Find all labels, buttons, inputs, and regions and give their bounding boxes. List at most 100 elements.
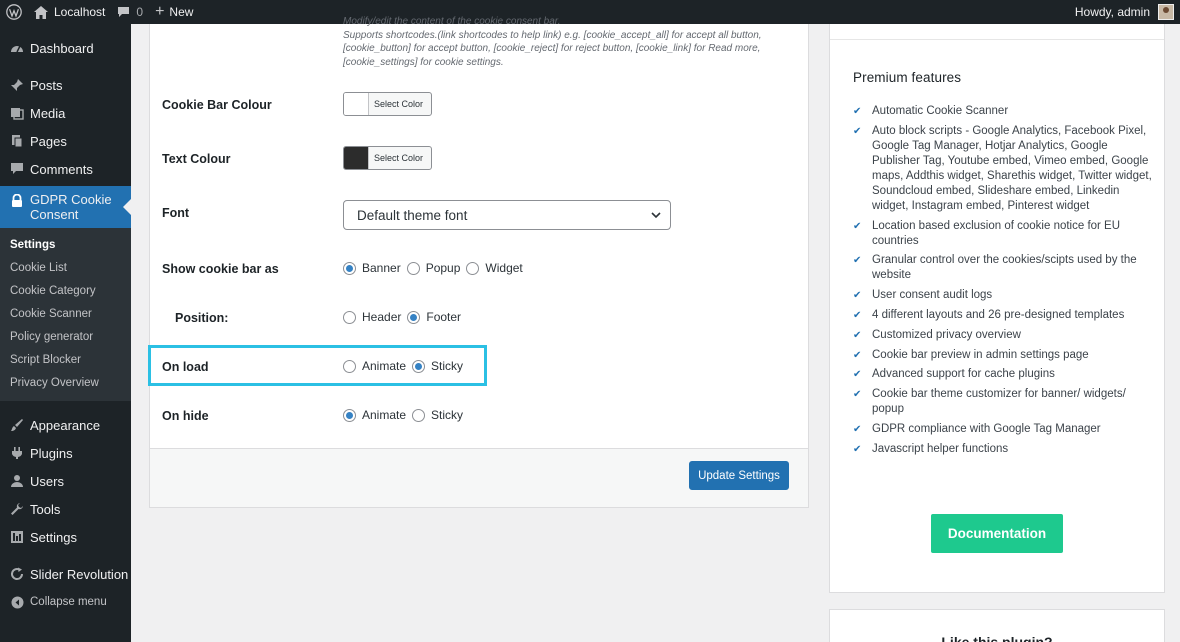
radio-label: Banner	[362, 261, 401, 275]
like-plugin-box: Like this plugin?	[829, 609, 1165, 642]
sidebar-item-label: Pages	[30, 133, 67, 149]
list-item: ✔ Advanced support for cache plugins	[853, 368, 1055, 381]
sidebar-item-pages[interactable]: Pages	[0, 127, 131, 155]
font-select[interactable]: Default theme font	[343, 200, 671, 230]
comment-icon	[8, 160, 26, 178]
sidebar-item-media[interactable]: Media	[0, 99, 131, 127]
sidebar-item-plugins[interactable]: Plugins	[0, 439, 131, 467]
like-plugin-title: Like this plugin?	[941, 634, 1053, 642]
radio-label: Header	[362, 310, 402, 324]
list-item: ✔ Cookie bar preview in admin settings pa…	[853, 348, 1089, 361]
text-colour-picker[interactable]: Select Color	[343, 146, 432, 170]
documentation-button[interactable]: Documentation	[931, 514, 1063, 553]
premium-features-list: ✔ Automatic Cookie Scanner ✔ Auto block sc…	[853, 104, 1153, 462]
home-icon	[34, 5, 48, 19]
update-settings-button[interactable]: Update Settings	[689, 461, 789, 490]
radio-footer[interactable]	[407, 310, 421, 324]
check-icon: ✔	[853, 290, 862, 302]
radio-popup[interactable]	[406, 261, 420, 275]
comments-link[interactable]: 0	[111, 0, 149, 24]
new-label: New	[169, 5, 194, 19]
dashboard-icon	[8, 39, 26, 57]
user-icon	[8, 472, 26, 490]
check-icon: ✔	[853, 423, 862, 435]
sidebar-item-label: Tools	[30, 501, 61, 517]
sidebar-item-appearance[interactable]: Appearance	[0, 411, 131, 439]
pin-icon	[8, 76, 26, 94]
sidebar-item-label: Plugins	[30, 445, 73, 461]
help-text: Modify/edit the content of the cookie co…	[343, 16, 793, 69]
submenu-item-privacy-overview[interactable]: Privacy Overview	[0, 372, 131, 395]
list-item: ✔ Auto block scripts - Google Analytics, …	[853, 124, 1152, 212]
sidebar-item-label: Dashboard	[30, 40, 94, 56]
help-text-line: Supports shortcodes.(link shortcodes to …	[343, 29, 762, 68]
site-name: Localhost	[54, 5, 106, 19]
submenu-item-settings[interactable]: Settings	[0, 234, 131, 257]
sidebar-item-tools[interactable]: Tools	[0, 495, 131, 523]
site-name-link[interactable]: Localhost	[28, 0, 111, 24]
plug-icon	[8, 444, 26, 462]
sidebar-item-label: Appearance	[30, 417, 101, 433]
my-account-link[interactable]: Howdy, admin	[1075, 0, 1174, 24]
submenu-item-script-blocker[interactable]: Script Blocker	[0, 349, 131, 372]
show-cookie-bar-as-radios: Banner Popup Widget	[343, 261, 529, 275]
check-icon: ✔	[853, 255, 862, 267]
comment-bubble-icon	[117, 6, 130, 18]
collapse-menu-button[interactable]: Collapse menu	[0, 588, 131, 616]
radio-label: Footer	[426, 310, 462, 324]
list-item: ✔ Automatic Cookie Scanner	[853, 105, 1009, 117]
submenu-item-cookie-category[interactable]: Cookie Category	[0, 280, 131, 303]
text-colour-label: Text Colour	[162, 152, 231, 166]
submenu-item-cookie-list[interactable]: Cookie List	[0, 257, 131, 280]
gdpr-submenu: Settings Cookie List Cookie Category Coo…	[0, 228, 131, 401]
list-item: ✔ Customized privacy overview	[853, 328, 1021, 341]
list-item: ✔ 4 different layouts and 26 pre-designed…	[853, 308, 1125, 321]
radio-header[interactable]	[343, 310, 356, 324]
chevron-down-icon	[650, 209, 662, 224]
submenu-item-cookie-scanner[interactable]: Cookie Scanner	[0, 303, 131, 326]
premium-features-box: Premium features ✔ Automatic Cookie Scann…	[829, 24, 1165, 593]
sidebar-item-label: Users	[30, 473, 64, 489]
select-color-label: Select Color	[374, 153, 424, 163]
help-text-line: Modify/edit the content of the cookie co…	[343, 16, 561, 27]
check-icon: ✔	[853, 329, 862, 341]
cookie-bar-colour-label: Cookie Bar Colour	[162, 98, 272, 112]
radio-label: Widget	[485, 261, 523, 275]
radio-label: Sticky	[431, 408, 464, 422]
sidebar-item-comments[interactable]: Comments	[0, 155, 131, 183]
show-cookie-bar-as-label: Show cookie bar as	[162, 262, 279, 276]
sidebar-item-settings[interactable]: Settings	[0, 523, 131, 551]
sidebar-item-gdpr-cookie-consent[interactable]: GDPR Cookie Consent	[0, 186, 131, 228]
sidebar-item-slider-revolution[interactable]: Slider Revolution	[0, 560, 131, 588]
sidebar-item-posts[interactable]: Posts	[0, 71, 131, 99]
settings-panel: Modify/edit the content of the cookie co…	[149, 16, 809, 508]
check-icon: ✔	[853, 389, 862, 401]
radio-banner[interactable]	[343, 261, 356, 275]
radio-label: Popup	[425, 261, 461, 275]
on-hide-radios: Animate Sticky	[343, 408, 469, 422]
radio-on-hide-animate[interactable]	[343, 408, 356, 422]
cookie-bar-colour-picker[interactable]: Select Color	[343, 92, 432, 116]
radio-label: Animate	[362, 408, 407, 422]
font-select-value: Default theme font	[357, 207, 468, 223]
sidebar-item-users[interactable]: Users	[0, 467, 131, 495]
wordpress-logo-icon[interactable]	[0, 0, 28, 24]
check-icon: ✔	[853, 220, 862, 232]
check-icon: ✔	[853, 443, 862, 455]
radio-on-hide-sticky[interactable]	[412, 408, 426, 422]
howdy-text: Howdy, admin	[1074, 5, 1150, 19]
sidebar-item-dashboard[interactable]: Dashboard	[0, 34, 131, 62]
settings-icon	[8, 528, 26, 546]
sidebar-item-label: Posts	[30, 77, 63, 93]
admin-sidebar: Dashboard Posts Media Pages Comments GDP…	[0, 24, 131, 642]
text-colour-swatch	[344, 147, 369, 169]
list-item: ✔ Location based exclusion of cookie noti…	[853, 219, 1121, 247]
submenu-item-policy-generator[interactable]: Policy generator	[0, 326, 131, 349]
wrench-icon	[8, 500, 26, 518]
lock-icon	[8, 192, 26, 210]
check-icon: ✔	[853, 106, 862, 117]
radio-widget[interactable]	[466, 261, 480, 275]
new-content-link[interactable]: + New	[149, 0, 199, 24]
list-item: ✔ Javascript helper functions	[853, 442, 1009, 455]
media-icon	[8, 104, 26, 122]
